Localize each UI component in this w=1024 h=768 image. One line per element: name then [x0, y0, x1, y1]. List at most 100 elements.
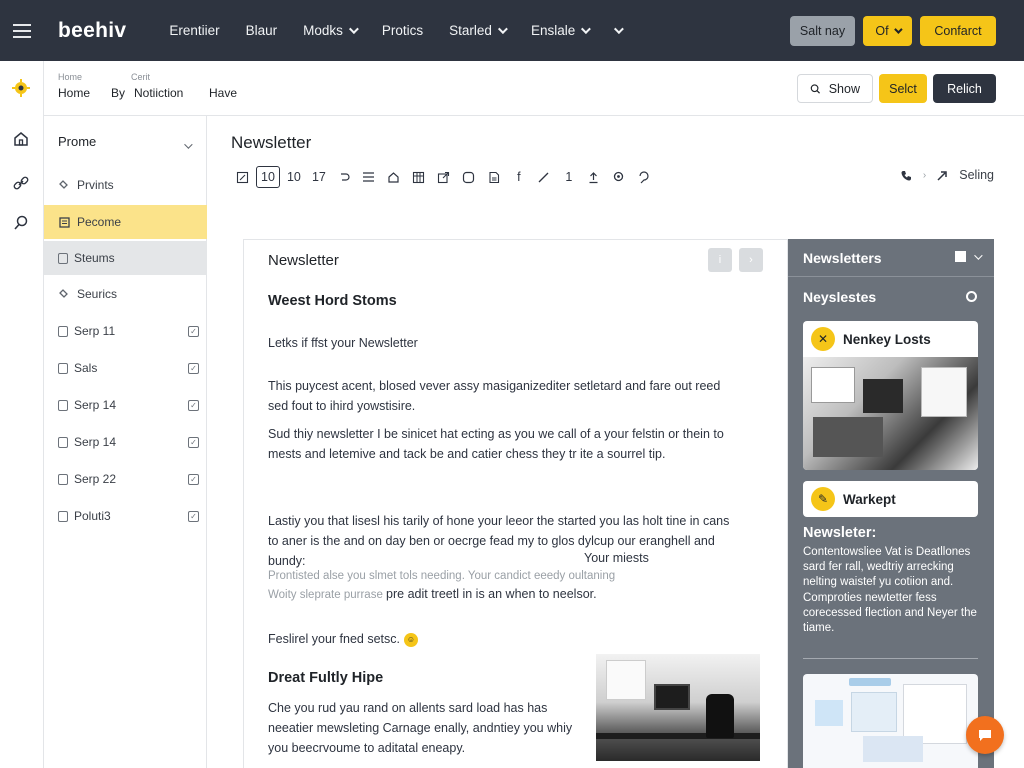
location-icon[interactable] — [608, 166, 630, 188]
font-icon[interactable]: f — [508, 166, 530, 188]
secondary-button[interactable]: Salt nay — [790, 16, 855, 46]
sidebar-item-prvints[interactable]: Prvints — [44, 168, 207, 202]
app-logo[interactable]: beehiv — [58, 19, 126, 43]
chevron-down-icon — [348, 24, 359, 35]
nav-item-modks[interactable]: Modks — [290, 23, 369, 38]
publish-button[interactable]: Relich — [933, 74, 996, 103]
sidebar-item-sals[interactable]: Sals ✓ — [44, 351, 207, 385]
document-paragraph-tail: Your miests — [584, 549, 649, 568]
edit-check-icon[interactable]: ✓ — [188, 510, 199, 522]
top-navigation-bar: beehiv Erentiier Blaur Modks Protics Sta… — [0, 0, 1024, 61]
checkbox-icon — [58, 473, 68, 485]
newsletters-panel: Newsletters Neyslestes ✕ Nenkey Losts ✎ … — [788, 239, 994, 768]
document-title[interactable]: Newsletter — [268, 252, 339, 269]
document-heading[interactable]: Weest Hord Stoms — [268, 293, 397, 309]
settings-link[interactable]: Seling — [959, 168, 994, 182]
nav-item-blaur[interactable]: Blaur — [233, 23, 291, 38]
document-icon[interactable] — [483, 166, 505, 188]
sidebar-item-seurics[interactable]: Seurics — [44, 277, 207, 311]
upload-icon[interactable] — [583, 166, 605, 188]
sidebar-item-serp-14[interactable]: Serp 14 ✓ — [44, 388, 207, 422]
home-format-icon[interactable] — [383, 166, 405, 188]
sidebar-item-pecome[interactable]: Pecome — [44, 205, 207, 239]
undo-icon[interactable] — [333, 166, 355, 188]
nav-label: Blaur — [245, 23, 278, 38]
tool-icon: ✕ — [811, 327, 835, 351]
card-photo — [803, 357, 978, 470]
expand-icon[interactable]: › — [739, 248, 763, 272]
panel-subtitle: Neyslestes — [803, 289, 877, 305]
sidebar-item-poluti3[interactable]: Poluti3 ✓ — [44, 499, 207, 533]
toolbar-right: › Seling — [900, 168, 994, 182]
link-icon — [59, 179, 68, 189]
align-icon[interactable] — [358, 166, 380, 188]
share-icon[interactable] — [936, 169, 949, 182]
checkbox-icon — [58, 510, 68, 522]
checkbox-icon — [58, 399, 68, 411]
dropdown-label: Of — [875, 24, 889, 38]
primary-action-button[interactable]: Confarct — [920, 16, 996, 46]
font-size-selector[interactable]: 10 — [256, 166, 280, 188]
document-paragraph[interactable]: Lastiy you that lisesl his tarily of hon… — [268, 511, 738, 571]
document-paragraph[interactable]: Sud thiy newsletter I be sinicet hat ect… — [268, 424, 738, 464]
nav-item-starled[interactable]: Starled — [436, 23, 518, 38]
breadcrumb-by[interactable]: By — [111, 86, 125, 100]
sidebar-item-label: Serp 11 — [74, 324, 116, 338]
document-canvas[interactable]: Newsletter i › Weest Hord Stoms Letks if… — [243, 239, 788, 768]
nav-more-dropdown[interactable] — [601, 24, 634, 35]
menu-icon[interactable] — [0, 0, 44, 61]
sidebar-heading[interactable]: Prome — [58, 134, 96, 149]
shape-icon[interactable] — [458, 166, 480, 188]
pen-icon[interactable] — [533, 166, 555, 188]
paragraph-tail-text: Your miests — [584, 551, 649, 565]
select-button[interactable]: Selct — [879, 74, 927, 103]
sidebar-item-steums[interactable]: Steums — [44, 241, 207, 275]
nav-item-erentiier[interactable]: Erentiier — [156, 23, 232, 38]
edit-check-icon[interactable]: ✓ — [188, 399, 199, 411]
office-photo[interactable] — [596, 654, 760, 761]
home-icon[interactable] — [10, 128, 32, 150]
edit-check-icon[interactable]: ✓ — [188, 325, 199, 337]
breadcrumb-notification[interactable]: Notiiction — [134, 86, 183, 100]
panel-text-title: Newsleter: — [803, 525, 877, 541]
preview-card[interactable] — [803, 674, 978, 768]
edit-check-icon[interactable]: ✓ — [188, 473, 199, 485]
info-icon[interactable]: i — [708, 248, 732, 272]
bee-logo-icon[interactable] — [10, 77, 32, 99]
show-button[interactable]: Show — [797, 74, 873, 103]
nav-item-protics[interactable]: Protics — [369, 23, 436, 38]
edit-icon[interactable] — [231, 166, 253, 188]
sidebar-item-serp-14-b[interactable]: Serp 14 ✓ — [44, 425, 207, 459]
edit-check-icon[interactable]: ✓ — [188, 362, 199, 374]
document-intro[interactable]: Letks if ffst your Newsletter — [268, 333, 738, 353]
link-icon[interactable] — [10, 172, 32, 194]
search-icon[interactable] — [10, 212, 32, 234]
font-size-17[interactable]: 17 — [308, 166, 330, 188]
document-paragraph[interactable]: This puycest acent, blosed vever assy ma… — [268, 376, 738, 416]
tag-icon[interactable] — [633, 166, 655, 188]
newsletter-card-2[interactable]: ✎ Warkept — [803, 481, 978, 517]
breadcrumb-have[interactable]: Have — [209, 86, 237, 100]
sidebar-item-serp-22[interactable]: Serp 22 ✓ — [44, 462, 207, 496]
nav-item-enslale[interactable]: Enslale — [518, 23, 601, 38]
panel-text: Contentowsliee Vat is Deatllones sard fe… — [803, 546, 977, 635]
chevron-down-icon[interactable] — [184, 136, 193, 154]
font-size-10[interactable]: 10 — [283, 166, 305, 188]
icon-rail — [0, 61, 44, 768]
square-icon[interactable] — [955, 251, 966, 262]
sidebar-item-label: Prvints — [77, 178, 114, 192]
sidebar-item-serp-11[interactable]: Serp 11 ✓ — [44, 314, 207, 348]
edit-check-icon[interactable]: ✓ — [188, 436, 199, 448]
settings-icon[interactable] — [966, 291, 977, 302]
newsletter-card[interactable]: ✕ Nenkey Losts — [803, 321, 978, 470]
options-dropdown-button[interactable]: Of — [863, 16, 912, 46]
document-paragraph[interactable]: Che you rud yau rand on allents sard loa… — [268, 698, 578, 758]
document-subheading[interactable]: Dreat Fultly Hipe — [268, 670, 383, 686]
table-icon[interactable] — [408, 166, 430, 188]
external-link-icon[interactable] — [433, 166, 455, 188]
document-emoji-line[interactable]: Feslirel your fned setsc. ☺ — [268, 629, 738, 649]
phone-icon[interactable] — [900, 169, 913, 182]
breadcrumb-home[interactable]: Home — [58, 86, 90, 100]
help-chat-button[interactable] — [966, 716, 1004, 754]
number-toggle[interactable]: 1 — [558, 166, 580, 188]
